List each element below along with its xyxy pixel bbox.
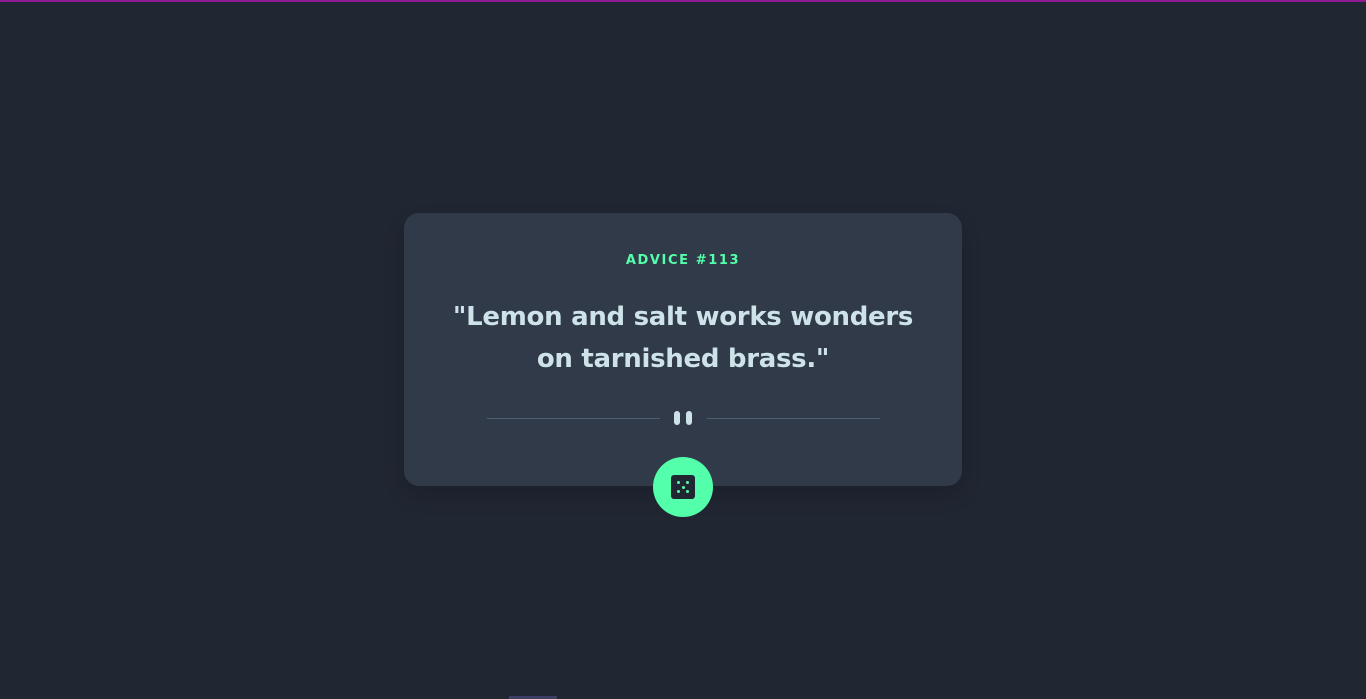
advice-number: ADVICE #113 (625, 253, 741, 268)
divider-line-right (707, 418, 880, 419)
new-advice-button[interactable] (653, 457, 713, 517)
pause-icon (674, 411, 692, 425)
advice-card: ADVICE #113 "Lemon and salt works wonder… (404, 213, 962, 486)
advice-quote: "Lemon and salt works wonders on tarnish… (452, 302, 914, 374)
dice-icon (671, 475, 695, 499)
divider (487, 410, 880, 426)
top-border (0, 0, 1366, 2)
divider-line-left (487, 418, 660, 419)
